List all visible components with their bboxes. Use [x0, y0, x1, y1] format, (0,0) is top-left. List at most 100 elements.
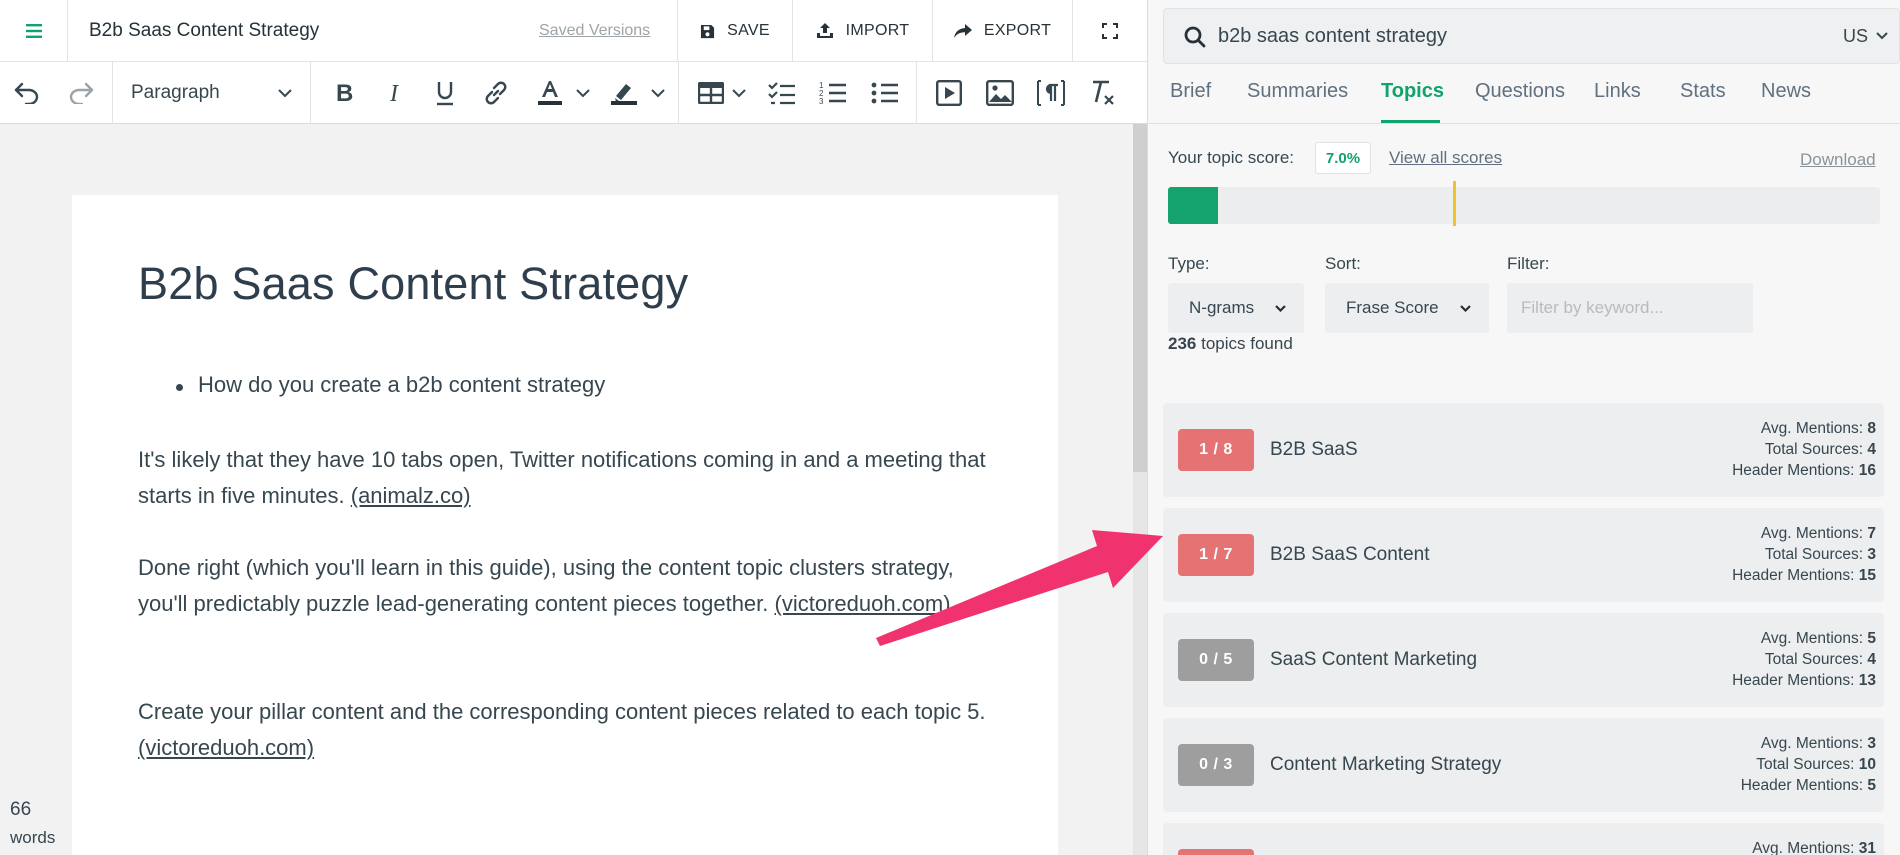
- insert-video-button[interactable]: [930, 62, 968, 124]
- download-link[interactable]: Download: [1800, 150, 1876, 170]
- topic-score-value: 7.0%: [1315, 142, 1371, 174]
- fullscreen-button[interactable]: [1073, 0, 1147, 62]
- view-all-scores-link[interactable]: View all scores: [1389, 148, 1502, 168]
- region-select[interactable]: US: [1843, 8, 1888, 64]
- paragraph[interactable]: Create your pillar content and the corre…: [138, 694, 1008, 766]
- tab-brief[interactable]: Brief: [1170, 80, 1211, 116]
- paragraph[interactable]: Done right (which you'll learn in this g…: [138, 550, 1008, 622]
- avg-mentions-value: 7: [1867, 525, 1876, 542]
- topic-card[interactable]: 0 / 3 Content Marketing Strategy Avg. Me…: [1163, 718, 1884, 812]
- avg-mentions-label: Avg. Mentions:: [1760, 735, 1864, 752]
- filter-input[interactable]: [1507, 283, 1753, 333]
- checklist-button[interactable]: [763, 62, 801, 124]
- checklist-icon: [768, 82, 795, 105]
- chevron-down-icon: [278, 88, 292, 97]
- filter-label: Filter:: [1507, 254, 1550, 273]
- undo-icon: [14, 82, 39, 104]
- export-button[interactable]: EXPORT: [933, 0, 1073, 62]
- link-button[interactable]: [477, 62, 515, 124]
- save-button[interactable]: SAVE: [677, 0, 793, 62]
- bullet-list-button[interactable]: [866, 62, 904, 124]
- highlight-dropdown[interactable]: [645, 62, 671, 124]
- header-mentions-label: Header Mentions:: [1732, 567, 1855, 584]
- chevron-down-icon: [1275, 304, 1286, 312]
- topic-score-bar: [1168, 187, 1880, 224]
- total-sources-label: Total Sources:: [1764, 651, 1864, 668]
- tab-topics[interactable]: Topics: [1381, 80, 1444, 116]
- editor-topbar: B2b Saas Content Strategy Saved Versions…: [0, 0, 1147, 62]
- text-color-dropdown[interactable]: [570, 62, 596, 124]
- header-mentions-value: 5: [1867, 777, 1876, 794]
- topic-card[interactable]: 1 / 7 B2B SaaS Content Avg. Mentions: 7 …: [1163, 508, 1884, 602]
- tab-news[interactable]: News: [1761, 80, 1811, 116]
- active-tab-indicator: [1381, 120, 1440, 123]
- topics-found-count: 236 topics found: [1168, 334, 1293, 354]
- video-icon: [936, 80, 962, 106]
- topic-stats: Avg. Mentions: 5 Total Sources: 4 Header…: [1732, 628, 1876, 691]
- topic-usage-badge: 0 / 3: [1178, 744, 1254, 786]
- avg-mentions-value: 31: [1858, 840, 1876, 855]
- pilcrow-icon: [1037, 80, 1065, 106]
- highlight-button[interactable]: [604, 62, 644, 124]
- avg-mentions-label: Avg. Mentions:: [1760, 420, 1864, 437]
- source-link[interactable]: (victoreduoh.com): [138, 735, 314, 760]
- region-value: US: [1843, 26, 1869, 46]
- total-sources-value: 3: [1867, 546, 1876, 563]
- topic-usage-badge: 0 / 5: [1178, 639, 1254, 681]
- paragraph[interactable]: It's likely that they have 10 tabs open,…: [138, 442, 1008, 514]
- topic-card[interactable]: Avg. Mentions: 31: [1163, 823, 1884, 855]
- topic-usage-badge: 1 / 8: [1178, 429, 1254, 471]
- import-button[interactable]: IMPORT: [793, 0, 933, 62]
- source-link[interactable]: (animalz.co): [351, 483, 471, 508]
- sort-select[interactable]: Frase Score: [1325, 283, 1489, 333]
- paragraph-mark-button[interactable]: [1032, 62, 1070, 124]
- save-disk-icon: [701, 24, 715, 38]
- sort-label: Sort:: [1325, 254, 1361, 273]
- header-mentions-label: Header Mentions:: [1740, 777, 1864, 794]
- saved-versions-link[interactable]: Saved Versions: [539, 0, 650, 62]
- topic-name: B2B SaaS Content: [1270, 544, 1430, 565]
- block-format-select[interactable]: Paragraph: [113, 62, 310, 124]
- paragraph-text: It's likely that they have 10 tabs open,…: [138, 447, 986, 508]
- redo-button[interactable]: [62, 62, 100, 124]
- text-color-icon: [538, 81, 562, 105]
- topic-card[interactable]: 1 / 8 B2B SaaS Avg. Mentions: 8 Total So…: [1163, 403, 1884, 497]
- total-sources-label: Total Sources:: [1756, 756, 1855, 773]
- tab-stats[interactable]: Stats: [1680, 80, 1726, 116]
- avg-mentions-value: 8: [1867, 420, 1876, 437]
- bold-button[interactable]: B: [326, 62, 362, 124]
- list-item[interactable]: How do you create a b2b content strategy: [172, 372, 605, 398]
- share-arrow-icon: [953, 23, 972, 38]
- score-target-marker: [1453, 181, 1456, 226]
- clear-formatting-button[interactable]: [1083, 62, 1121, 124]
- bullet-list[interactable]: How do you create a b2b content strategy: [172, 372, 605, 398]
- topic-card[interactable]: 0 / 5 SaaS Content Marketing Avg. Mentio…: [1163, 613, 1884, 707]
- header-mentions-value: 16: [1858, 462, 1876, 479]
- chevron-down-icon: [576, 88, 590, 97]
- text-color-button[interactable]: [530, 62, 570, 124]
- save-label: SAVE: [727, 22, 770, 39]
- bold-icon: B: [336, 81, 353, 105]
- image-icon: [986, 80, 1014, 106]
- total-sources-label: Total Sources:: [1764, 546, 1864, 563]
- table-button[interactable]: [692, 62, 730, 124]
- undo-button[interactable]: [8, 62, 46, 124]
- document-heading[interactable]: B2b Saas Content Strategy: [138, 258, 688, 310]
- editor-scrollbar-thumb[interactable]: [1133, 124, 1147, 472]
- insert-image-button[interactable]: [981, 62, 1019, 124]
- tab-questions[interactable]: Questions: [1475, 80, 1565, 116]
- table-dropdown[interactable]: [726, 62, 752, 124]
- document-title[interactable]: B2b Saas Content Strategy: [89, 0, 319, 62]
- chevron-down-icon: [1876, 32, 1888, 40]
- underline-button[interactable]: [427, 62, 463, 124]
- source-link[interactable]: (victoreduoh.com): [775, 591, 951, 616]
- link-icon: [485, 81, 507, 105]
- word-count-number: 66: [10, 799, 32, 820]
- tab-links[interactable]: Links: [1594, 80, 1641, 116]
- type-select[interactable]: N-grams: [1168, 283, 1304, 333]
- search-query[interactable]: b2b saas content strategy: [1218, 8, 1447, 64]
- numbered-list-button[interactable]: 123: [814, 62, 852, 124]
- menu-button[interactable]: [0, 0, 68, 62]
- tab-summaries[interactable]: Summaries: [1247, 80, 1348, 116]
- italic-button[interactable]: I: [377, 62, 413, 124]
